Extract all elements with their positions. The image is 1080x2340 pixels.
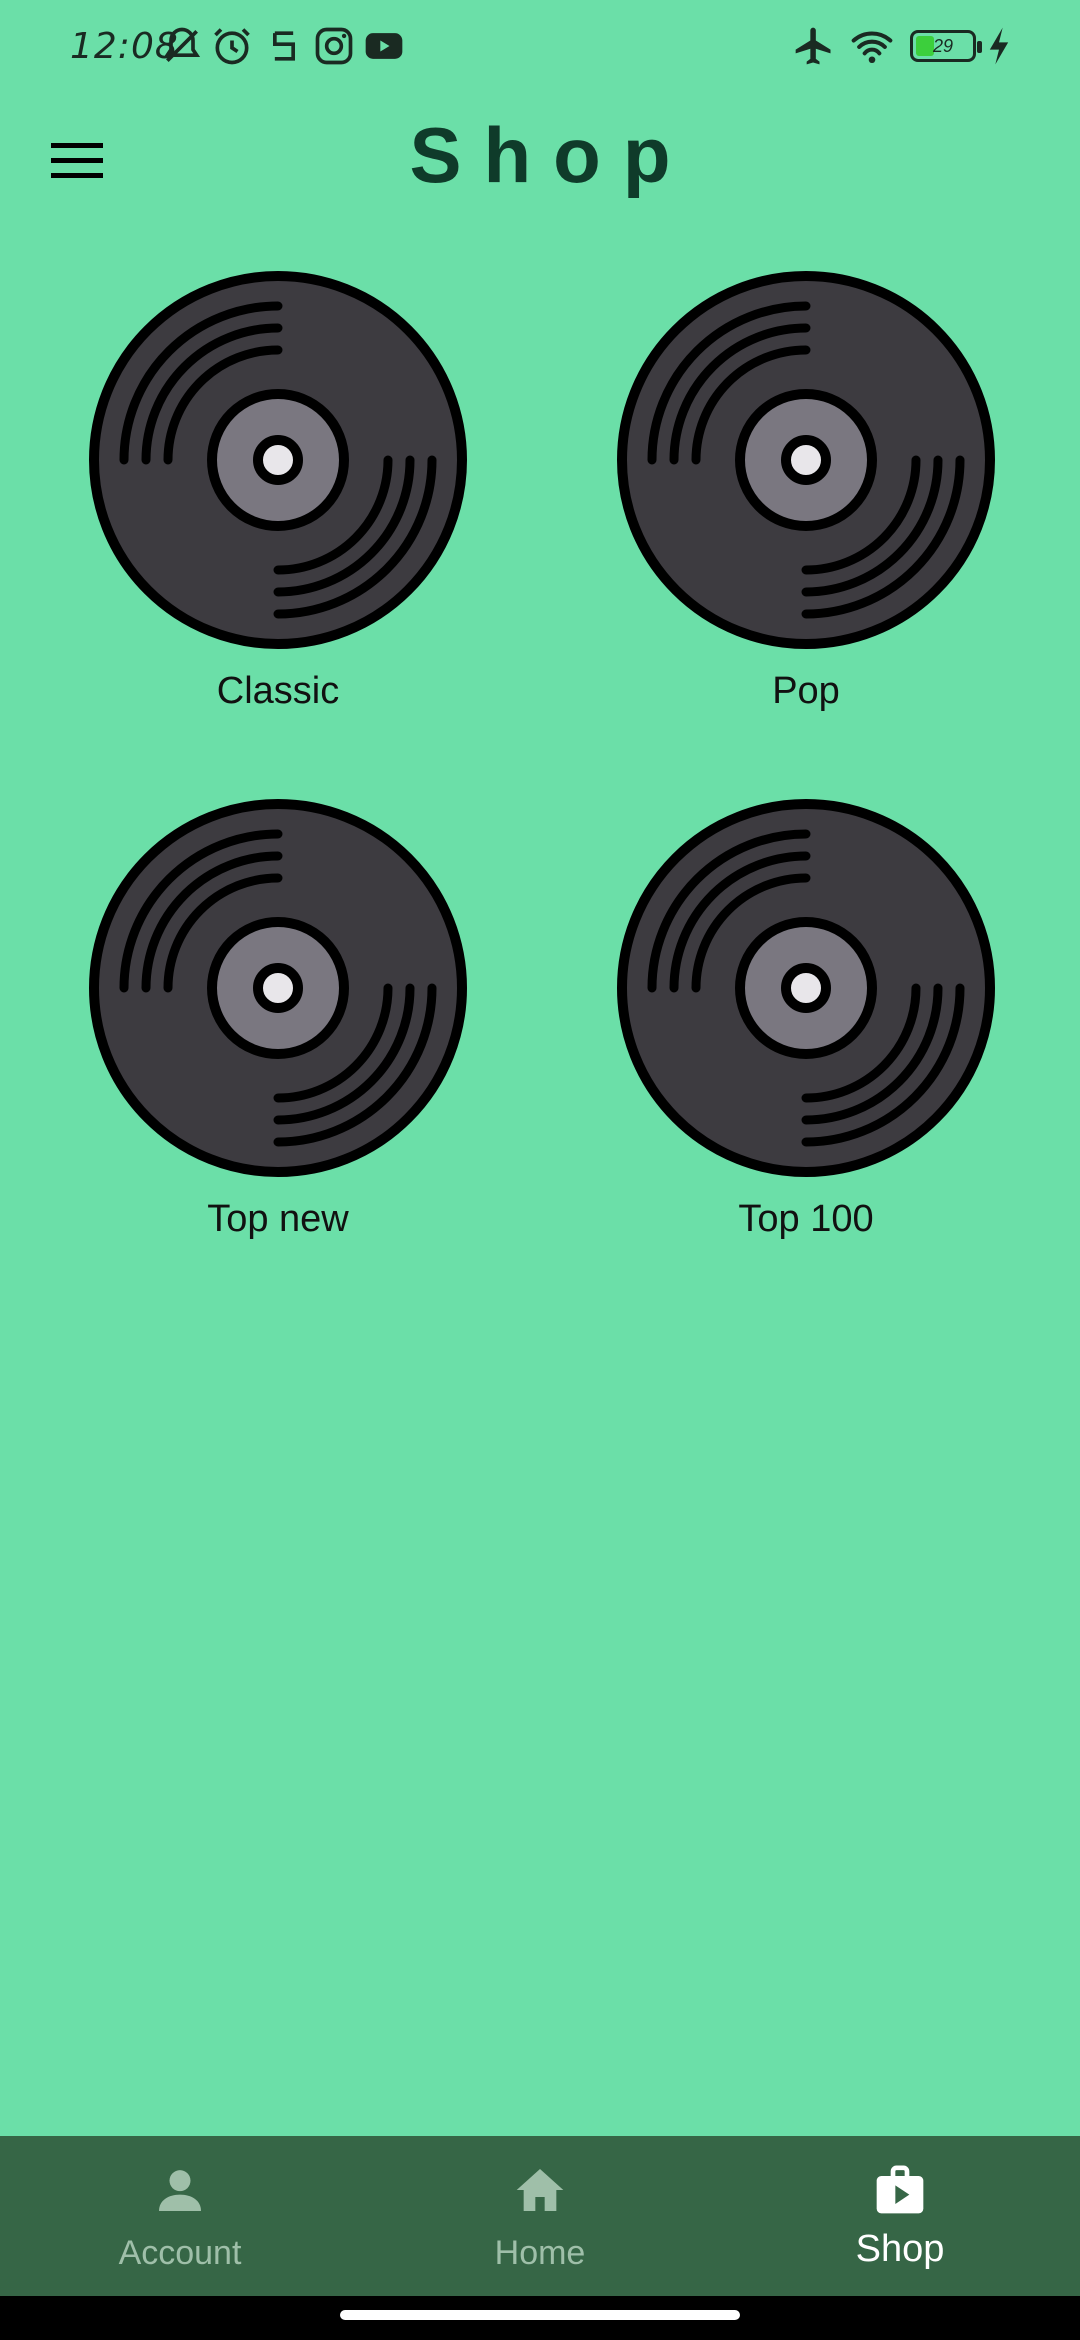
vinyl-record-icon xyxy=(616,270,996,650)
category-label: Classic xyxy=(216,670,340,712)
nav-item-home[interactable]: Home xyxy=(360,2136,720,2296)
category-label: Top new xyxy=(207,1198,349,1240)
battery-icon: 29 xyxy=(910,30,982,62)
person-icon xyxy=(159,2170,201,2211)
vinyl-record-icon xyxy=(88,270,468,650)
youtube-icon xyxy=(362,24,406,68)
instagram-icon xyxy=(312,24,356,68)
shop-bag-icon xyxy=(876,2165,924,2214)
vinyl-record-icon xyxy=(88,798,468,1178)
nav-item-shop[interactable]: Shop xyxy=(720,2136,1080,2296)
alarm-icon xyxy=(210,24,254,68)
category-label: Pop xyxy=(772,670,840,712)
nav-label-home: Home xyxy=(494,2234,586,2272)
bell-off-icon xyxy=(160,24,204,68)
nav-label-account: Account xyxy=(118,2234,242,2272)
page-title: Shop xyxy=(409,111,693,199)
gesture-navigation-area xyxy=(0,2296,1080,2340)
category-label: Top 100 xyxy=(738,1198,874,1240)
charging-icon xyxy=(984,24,1014,68)
battery-level: 29 xyxy=(932,36,954,56)
wifi-icon xyxy=(850,24,894,68)
category-tile-classic[interactable]: Classic xyxy=(58,270,478,730)
nav-label-shop: Shop xyxy=(855,2228,945,2270)
vinyl-record-icon xyxy=(616,798,996,1178)
nav-item-account[interactable]: Account xyxy=(0,2136,360,2296)
home-icon xyxy=(516,2169,564,2211)
category-tile-top-100[interactable]: Top 100 xyxy=(586,798,1006,1258)
airplane-mode-icon xyxy=(792,24,836,68)
category-tile-top-new[interactable]: Top new xyxy=(58,798,478,1258)
app-bar: Shop xyxy=(0,96,1080,216)
category-tile-pop[interactable]: Pop xyxy=(586,270,1006,730)
home-gesture-bar[interactable] xyxy=(340,2310,740,2320)
app-icon xyxy=(262,24,306,68)
bottom-navigation: Account Home Shop xyxy=(0,2136,1080,2296)
status-bar: 12:08 29 xyxy=(0,0,1080,96)
